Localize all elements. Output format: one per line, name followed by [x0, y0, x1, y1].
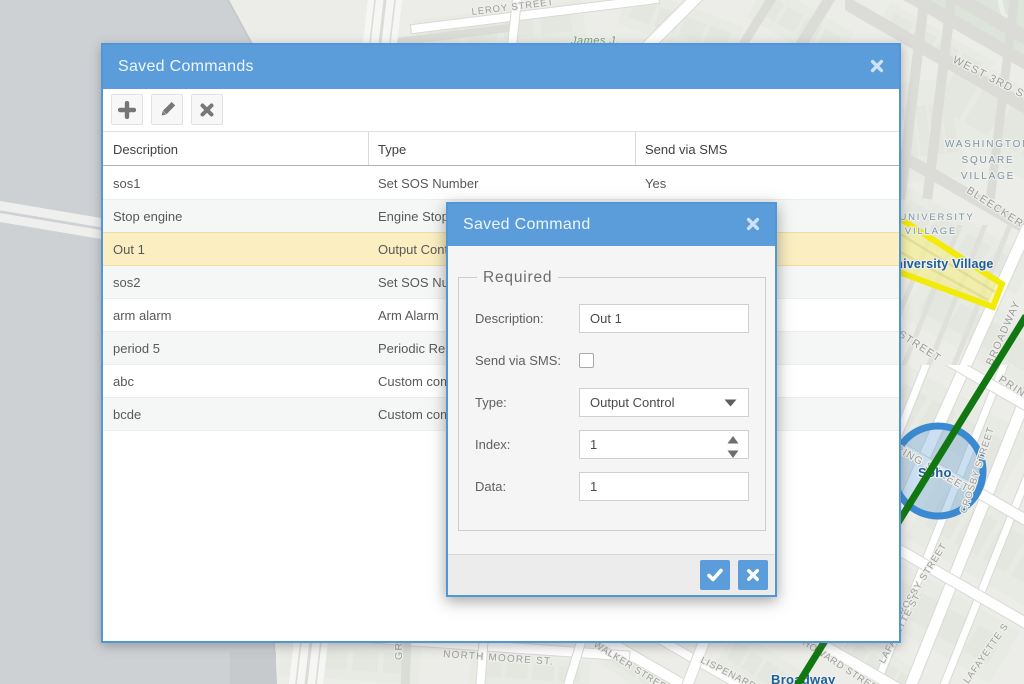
svg-text:VILLAGE: VILLAGE — [961, 171, 1015, 182]
svg-text:VILLAGE: VILLAGE — [905, 226, 957, 237]
svg-text:University Village: University Village — [886, 257, 994, 271]
svg-text:SQUARE: SQUARE — [961, 155, 1014, 166]
svg-text:WASHINGTON: WASHINGTON — [945, 139, 1024, 150]
svg-text:UNIVERSITY: UNIVERSITY — [899, 212, 974, 223]
svg-text:GR: GR — [393, 642, 405, 660]
